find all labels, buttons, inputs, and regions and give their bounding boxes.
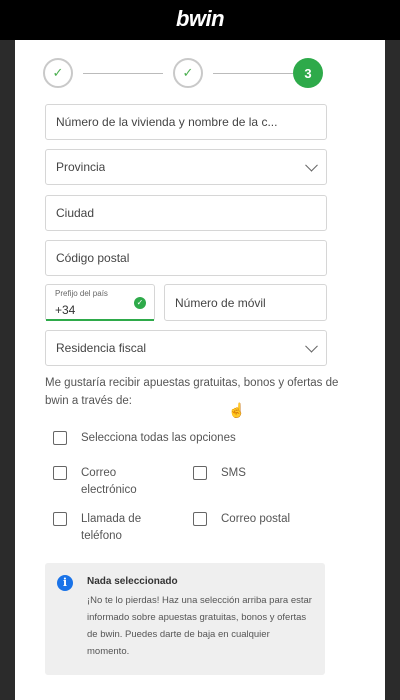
sms-label: SMS [221,467,246,479]
country-prefix-select[interactable]: Prefijo del país +34 ✓ [45,284,155,321]
postal-code-placeholder: Código postal [56,251,130,265]
step-connector [213,73,293,74]
step-1-done-icon: ✓ [43,58,73,88]
checkbox-icon [193,466,207,480]
city-placeholder: Ciudad [56,206,95,220]
step-3-active: 3 [293,58,323,88]
address-placeholder: Número de la vivienda y nombre de la c..… [56,115,278,129]
bwin-logo: bwin [175,6,225,31]
checkbox-icon [53,512,67,526]
post-checkbox[interactable]: Correo postal [193,511,290,528]
notice-title: Nada seleccionado [87,576,178,587]
tax-residence-placeholder: Residencia fiscal [56,341,147,355]
valid-underline [46,319,154,321]
tax-residence-select[interactable]: Residencia fiscal [45,330,327,366]
checkbox-icon [53,431,67,445]
chevron-down-icon [305,339,318,353]
prefix-value: +34 [55,303,76,317]
prefix-label: Prefijo del país [55,289,108,298]
address-input[interactable]: Número de la vivienda y nombre de la c..… [45,104,327,140]
postal-code-input[interactable]: Código postal [45,240,327,276]
top-bar: bwin [0,0,400,40]
mobile-number-input[interactable]: Número de móvil [164,284,327,321]
hand-cursor-icon: ☝ [228,402,246,418]
nothing-selected-notice: i Nada seleccionado ¡No te lo pierdas! H… [45,563,325,675]
post-label: Correo postal [221,513,291,525]
sms-checkbox[interactable]: SMS [193,465,246,482]
province-select[interactable]: Provincia [45,149,327,185]
email-checkbox[interactable]: Correo electrónico [53,465,183,499]
city-input[interactable]: Ciudad [45,195,327,231]
chevron-down-icon [305,158,318,172]
select-all-label: Selecciona todas las opciones [81,432,236,444]
phone-call-label: Llamada de teléfono [81,513,142,542]
step-connector [83,73,163,74]
select-all-checkbox[interactable]: Selecciona todas las opciones [53,430,236,447]
mobile-placeholder: Número de móvil [175,295,266,310]
check-circle-icon: ✓ [134,297,146,309]
province-placeholder: Provincia [56,160,106,174]
info-icon: i [57,575,73,591]
step-2-done-icon: ✓ [173,58,203,88]
checkbox-icon [53,466,67,480]
marketing-intro-text: Me gustaría recibir apuestas gratuitas, … [45,377,339,407]
checkbox-icon [193,512,207,526]
notice-body: ¡No te lo pierdas! Haz una selección arr… [87,595,312,657]
phone-call-checkbox[interactable]: Llamada de teléfono [53,511,183,545]
registration-form: ✓ ✓ 3 Número de la vivienda y nombre de … [15,40,385,700]
email-label: Correo electrónico [81,467,137,496]
progress-stepper: ✓ ✓ 3 [43,58,343,90]
